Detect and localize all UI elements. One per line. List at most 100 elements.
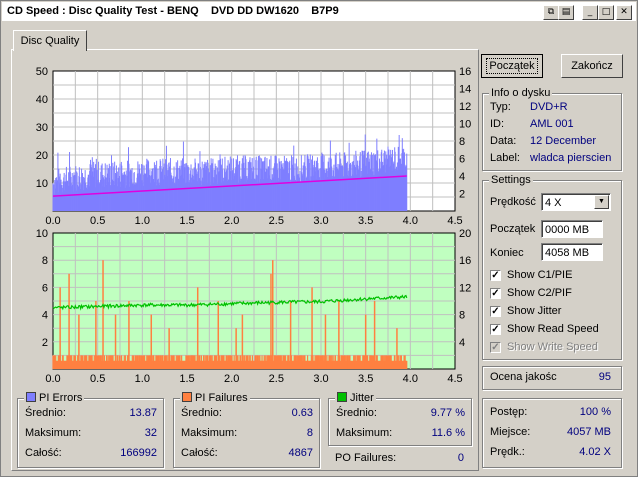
pi-failures-max-label: Maksimum:: [181, 427, 238, 439]
disc-info-title: Info o dysku: [489, 87, 553, 99]
pi-failures-max-value: 8: [306, 427, 313, 439]
y-left-tick-label: 50: [36, 66, 48, 78]
tab-disc-quality[interactable]: Disc Quality: [13, 30, 87, 51]
pi-errors-swatch: [26, 392, 36, 402]
x-tick-label: 2.0: [224, 373, 239, 385]
speed-select[interactable]: 4 X ▼: [541, 193, 611, 211]
show-write-speed-label: Show Write Speed: [507, 341, 598, 353]
y-right-tick-label: 4: [459, 171, 465, 183]
show-read-speed-checkbox[interactable]: ✓: [490, 324, 501, 335]
jitter-max-value: 11.6 %: [431, 427, 465, 439]
y-left-tick-label: 40: [36, 94, 48, 106]
pi-failures-group: PI Failures Średnio: 0.63 Maksimum: 8 Ca…: [173, 392, 320, 468]
x-tick-label: 0.0: [45, 373, 60, 385]
jitter-title: Jitter: [335, 392, 376, 404]
app-window: CD Speed : Disc Quality Test - BENQ DVD …: [0, 0, 638, 477]
position-label: Miejsce:: [490, 426, 531, 438]
show-write-speed-checkbox: ✓: [490, 342, 501, 353]
disc-date-value: 12 December: [530, 135, 597, 147]
y-right-tick-label: 12: [459, 282, 471, 294]
y-right-tick-label: 10: [459, 119, 471, 131]
y-right-tick-label: 6: [459, 154, 465, 166]
speed-select-value: 4 X: [545, 197, 562, 209]
y-left-tick-label: 6: [42, 282, 48, 294]
y-left-tick-label: 10: [36, 178, 48, 190]
quality-group: Ocena jakośc 95: [482, 366, 622, 390]
x-tick-label: 3.5: [358, 373, 373, 385]
disc-label-value: wladca pierscien: [530, 152, 612, 164]
x-tick-label: 4.5: [447, 373, 462, 385]
close-icon[interactable]: ✕: [616, 5, 632, 20]
quality-label: Ocena jakośc: [490, 371, 557, 383]
disc-type-label: Typ:: [490, 101, 511, 113]
speed-label: Prędkość: [490, 196, 536, 208]
pi-errors-title: PI Errors: [24, 392, 85, 404]
show-c1-pie-checkbox[interactable]: ✓: [490, 270, 501, 281]
end-pos-label: Koniec: [490, 247, 524, 259]
y-right-tick-label: 14: [459, 84, 471, 96]
y-left-tick-label: 4: [42, 310, 48, 322]
maximize-icon[interactable]: □: [598, 5, 614, 20]
settings-group: Settings Prędkość 4 X ▼ Początek 0000 MB…: [482, 174, 622, 360]
x-tick-label: 1.5: [179, 373, 194, 385]
y-left-tick-label: 2: [42, 337, 48, 349]
copy-icon[interactable]: ⧉: [543, 5, 559, 20]
disc-date-label: Data:: [490, 135, 517, 147]
disc-id-label: ID:: [490, 118, 505, 130]
pi-failures-series: [52, 355, 408, 369]
y-right-tick-label: 8: [459, 310, 465, 322]
disc-id-value: AML 001: [530, 118, 574, 130]
y-right-tick-label: 2: [459, 189, 465, 201]
po-failures-value: 0: [457, 452, 464, 464]
exit-button[interactable]: Zakończ: [561, 54, 623, 78]
pi-errors-max-label: Maksimum:: [25, 427, 82, 439]
x-tick-label: 4.0: [403, 373, 418, 385]
quality-value: 95: [598, 371, 611, 383]
y-right-tick-label: 8: [459, 136, 465, 148]
save-icon[interactable]: ▤: [558, 5, 574, 20]
pi-errors-total-value: 166992: [120, 447, 157, 459]
y-left-tick-label: 30: [36, 122, 48, 134]
pi-failures-total-label: Całość:: [181, 447, 218, 459]
pi-failures-swatch: [182, 392, 192, 402]
y-left-tick-label: 20: [36, 150, 48, 162]
jitter-avg-label: Średnio:: [336, 407, 377, 419]
settings-title: Settings: [489, 174, 533, 186]
progress-value: 100 %: [579, 406, 611, 418]
y-right-tick-label: 12: [459, 101, 471, 113]
pi-failures-chart: 0.0 0.5 1.0 1.5 2.0 2.5 3.0 3.5 4.0 4.5 2 4 6 8 10 4 8 12…: [21, 226, 481, 391]
pi-failures-total-value: 4867: [288, 447, 313, 459]
title-bar: CD Speed : Disc Quality Test - BENQ DVD …: [2, 2, 636, 21]
progress-label: Postęp:: [490, 406, 528, 418]
pi-failures-avg-value: 0.63: [291, 407, 313, 419]
position-value: 4057 MB: [566, 426, 611, 438]
show-c2-pif-checkbox[interactable]: ✓: [490, 288, 501, 299]
chevron-down-icon[interactable]: ▼: [594, 195, 609, 209]
pi-errors-group: PI Errors Średnio: 13.87 Maksimum: 32 Ca…: [17, 392, 164, 468]
x-tick-label: 2.5: [269, 373, 284, 385]
minimize-icon[interactable]: _: [582, 5, 598, 20]
disc-info-group: Info o dysku Typ: DVD+R ID: AML 001 Data…: [482, 87, 622, 171]
start-pos-label: Początek: [490, 223, 536, 235]
x-tick-label: 0.5: [90, 373, 105, 385]
jitter-max-label: Maksimum:: [336, 427, 393, 439]
jitter-group: Jitter Średnio: 9.77 % Maksimum: 11.6 %: [328, 392, 472, 446]
start-pos-input[interactable]: 0000 MB: [541, 220, 603, 238]
window-title: CD Speed : Disc Quality Test - BENQ DVD …: [7, 5, 339, 17]
y-right-tick-label: 16: [459, 255, 471, 267]
y-right-tick-label: 20: [459, 228, 471, 240]
end-pos-input[interactable]: 4058 MB: [541, 243, 603, 261]
po-failures-label: PO Failures:: [335, 452, 397, 464]
x-tick-label: 1.0: [135, 373, 150, 385]
pi-errors-avg-label: Średnio:: [25, 407, 66, 419]
show-read-speed-label: Show Read Speed: [507, 323, 599, 335]
jitter-avg-value: 9.77 %: [430, 407, 465, 419]
show-jitter-label: Show Jitter: [507, 305, 562, 317]
pi-errors-avg-value: 13.87: [129, 407, 157, 419]
y-right-tick-label: 16: [459, 66, 471, 78]
pi-errors-total-label: Całość:: [25, 447, 62, 459]
pi-failures-title: PI Failures: [180, 392, 250, 404]
y-right-tick-label: 4: [459, 337, 465, 349]
start-button[interactable]: Początek: [481, 54, 543, 78]
show-jitter-checkbox[interactable]: ✓: [490, 306, 501, 317]
